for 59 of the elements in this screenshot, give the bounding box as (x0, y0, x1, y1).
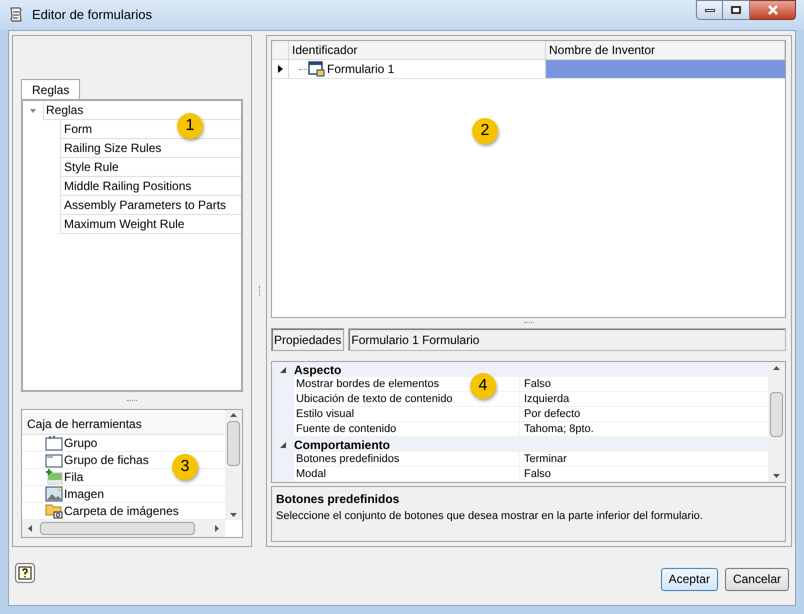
tab-group-icon (45, 452, 63, 468)
callout-badge: 2 (472, 118, 498, 144)
vertical-scrollbar[interactable] (768, 362, 785, 482)
scroll-down-icon[interactable] (230, 513, 237, 517)
property-name[interactable]: Fuente de contenido (294, 422, 520, 437)
row-pointer-icon (278, 65, 282, 73)
tab[interactable]: Reglas (21, 79, 80, 99)
close-button[interactable] (750, 0, 796, 20)
category-header[interactable]: Aspecto (294, 362, 342, 378)
property-name[interactable]: Modal (294, 467, 520, 482)
column-header[interactable]: Nombre de Inventor (546, 41, 785, 59)
property-value[interactable]: Terminar (520, 452, 768, 467)
description-text: Seleccione el conjunto de botones que desea mostrar en la parte inferior del formulario. (276, 509, 704, 524)
callout-badge: 3 (172, 454, 198, 480)
dialog-button[interactable]: Aceptar (660, 568, 718, 590)
property-name[interactable]: Botones predefinidos (294, 452, 520, 467)
collapse-arrow-icon[interactable] (280, 366, 286, 372)
tree-item[interactable]: Middle Railing Positions (60, 177, 241, 196)
help-icon (18, 566, 32, 580)
selected-object-field: Formulario 1 Formulario (348, 328, 786, 351)
property-value[interactable]: Izquierda (520, 392, 768, 407)
horizontal-scrollbar[interactable] (22, 520, 225, 537)
toolbox-item[interactable]: Imagen (22, 486, 225, 503)
tree-item[interactable]: Maximum Weight Rule (60, 215, 241, 234)
tree-item[interactable]: Assembly Parameters to Parts (60, 196, 241, 215)
toolbox-item[interactable]: Grupo (22, 435, 225, 452)
scroll-left-icon[interactable] (28, 525, 32, 532)
description-title: Botones predefinidos (276, 491, 400, 508)
add-row-icon (45, 469, 63, 485)
property-name[interactable]: Estilo visual (294, 407, 520, 422)
tree-item[interactable]: Style Rule (60, 158, 241, 177)
property-value[interactable]: Tahoma; 8pto. (520, 422, 768, 437)
tree-item[interactable]: Railing Size Rules (60, 139, 241, 158)
scroll-right-icon[interactable] (215, 525, 219, 532)
scroll-up-icon[interactable] (230, 413, 237, 417)
selected-cell[interactable] (546, 60, 785, 78)
property-value[interactable]: Falso (520, 377, 768, 392)
image-icon (45, 486, 63, 502)
minimize-button[interactable] (696, 0, 723, 20)
window-title: Editor de formularios (32, 6, 152, 24)
callout-badge: 1 (177, 113, 203, 139)
group-box-icon (45, 435, 63, 451)
maximize-button[interactable] (723, 0, 750, 20)
help-button[interactable] (15, 563, 35, 583)
properties-label: Propiedades (271, 328, 344, 351)
property-value[interactable]: Falso (520, 467, 768, 482)
vertical-scrollbar[interactable] (225, 410, 242, 520)
grid-cell[interactable]: Formulario 1 (327, 60, 394, 78)
scroll-down-icon[interactable] (773, 474, 780, 478)
property-name[interactable]: Ubicación de texto de contenido (294, 392, 520, 407)
scroll-up-icon[interactable] (773, 366, 780, 370)
collapse-arrow-icon[interactable] (280, 442, 286, 448)
image-folder-icon (45, 503, 63, 519)
column-header[interactable]: Identificador (289, 41, 546, 59)
close-icon (766, 5, 778, 15)
property-value[interactable]: Por defecto (520, 407, 768, 422)
toolbox-title: Caja de herramientas (22, 413, 225, 435)
form-editor-icon (8, 7, 24, 23)
dialog-button[interactable]: Cancelar (724, 568, 789, 590)
